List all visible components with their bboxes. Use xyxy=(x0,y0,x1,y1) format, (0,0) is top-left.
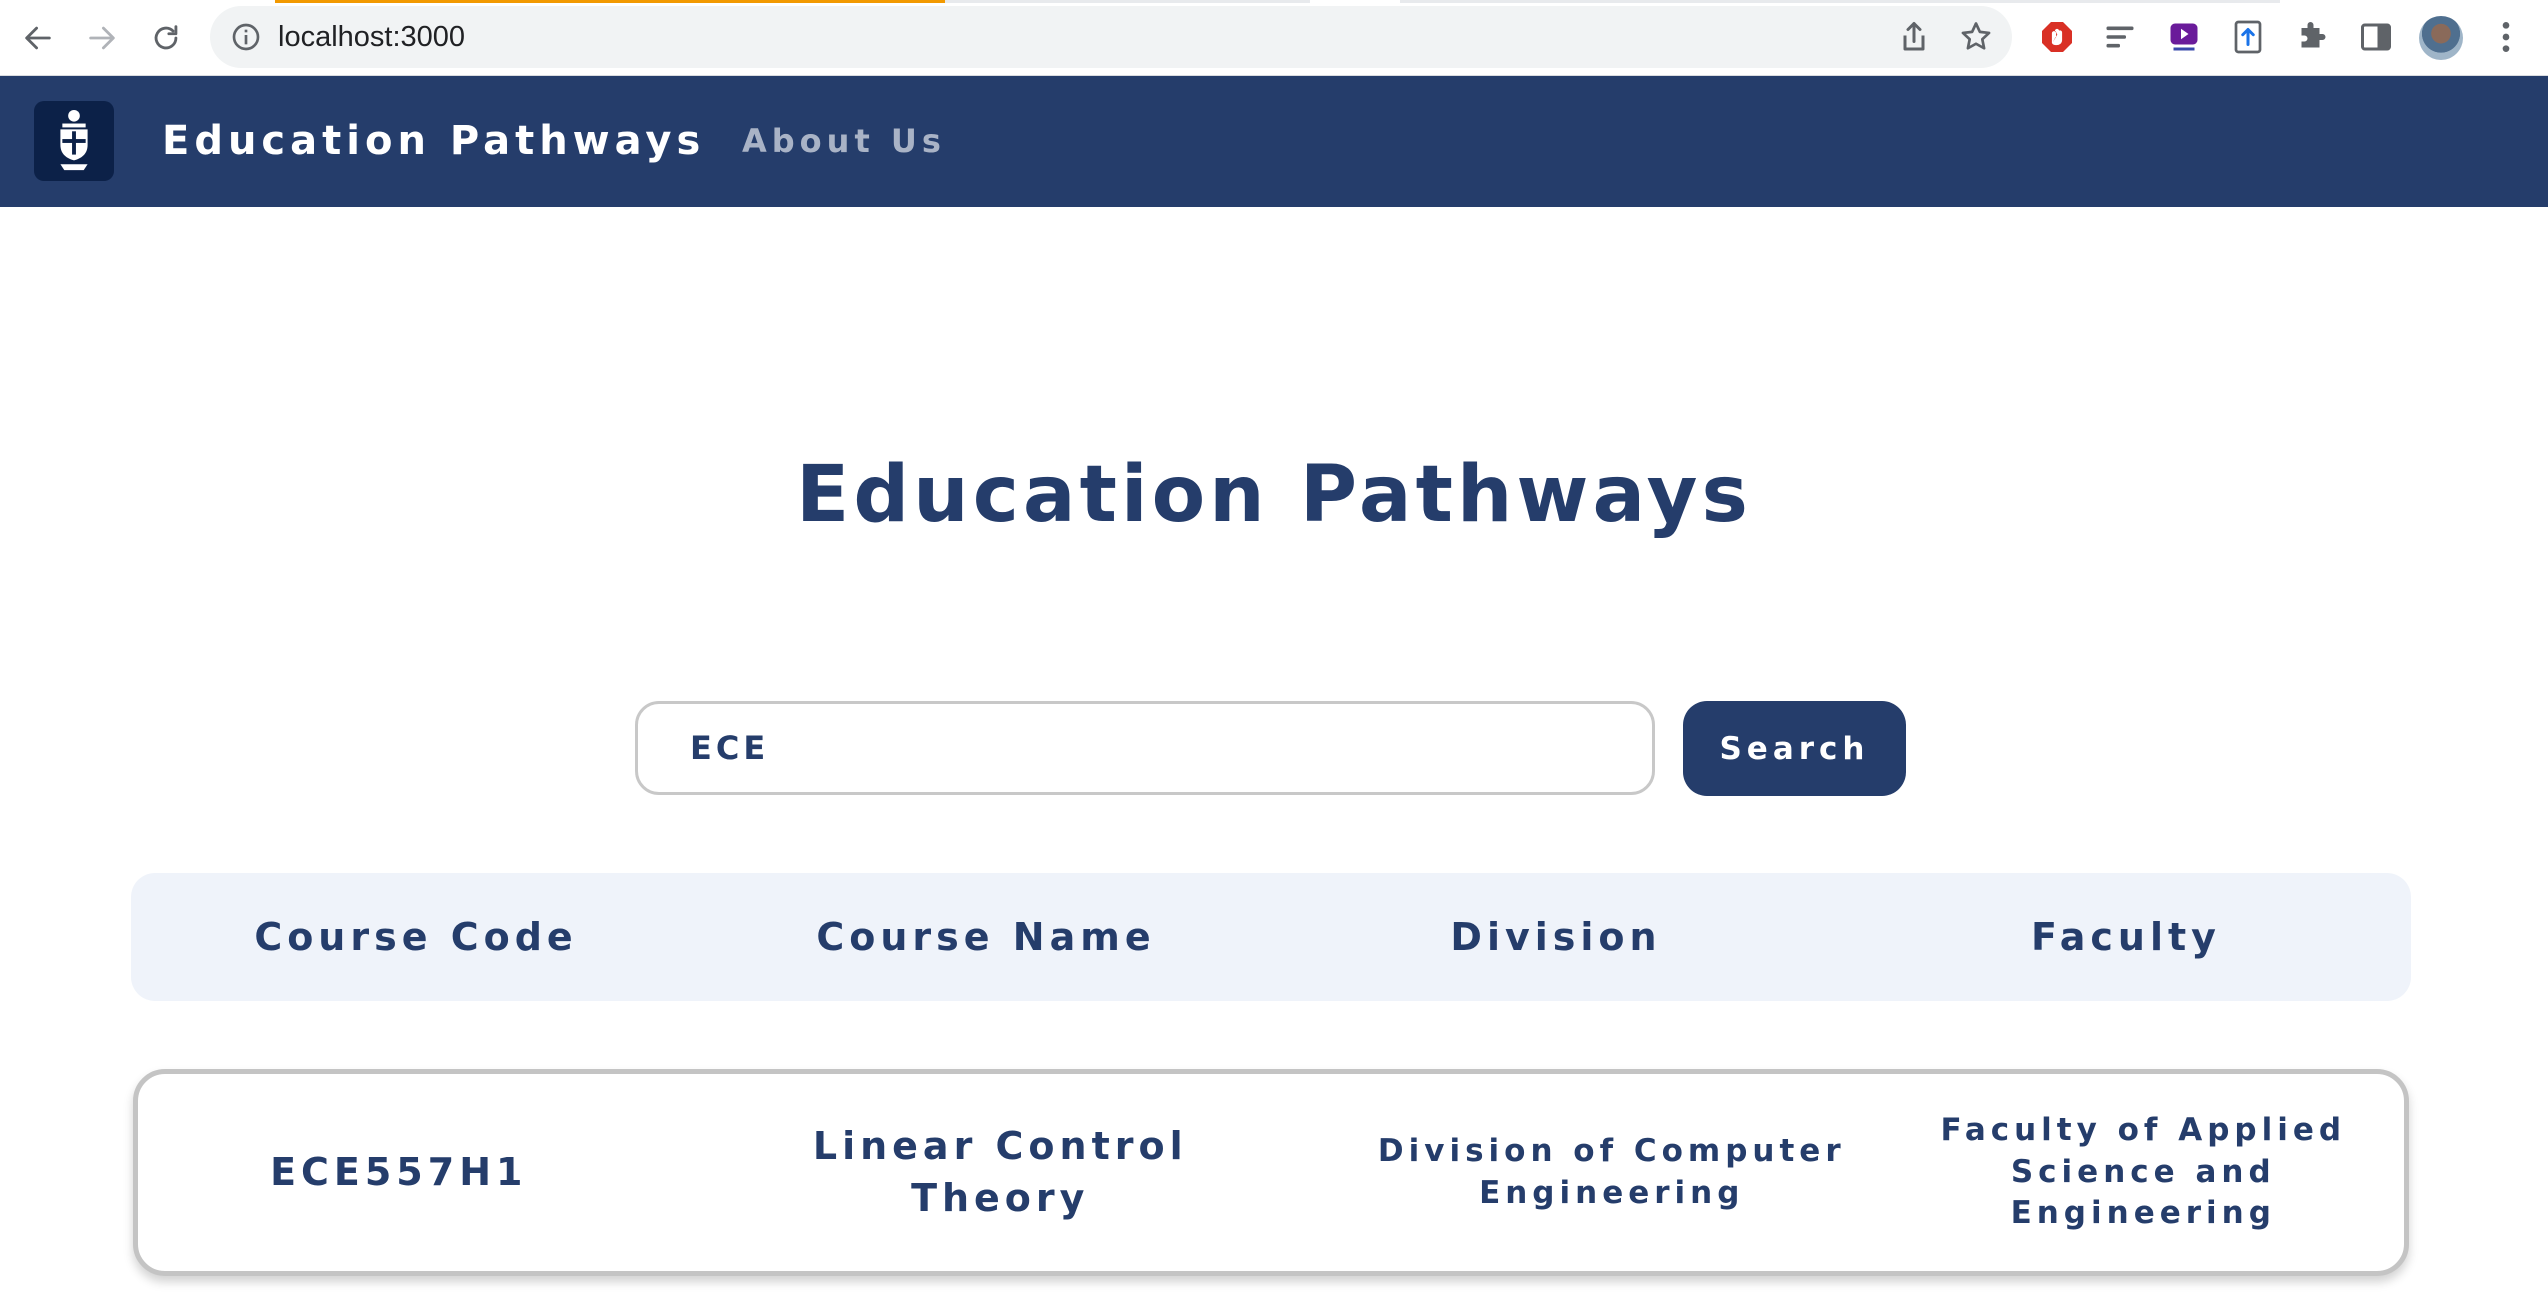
upload-extension[interactable] xyxy=(2228,17,2268,57)
reload-icon xyxy=(154,25,178,50)
header-division: Division xyxy=(1450,915,1662,959)
adblock-icon xyxy=(2042,22,2072,52)
division-cell: Division of Computer Engineering xyxy=(1377,1132,1846,1211)
lines-extension[interactable] xyxy=(2100,17,2140,57)
page-title: Education Pathways xyxy=(796,450,1752,540)
results-table-header: Course Code Course Name Division Faculty xyxy=(131,873,2411,1001)
header-faculty: Faculty xyxy=(2031,915,2221,959)
puzzle-icon xyxy=(2301,22,2326,48)
nav-link-about-us[interactable]: About Us xyxy=(742,76,946,207)
search-button[interactable]: Search xyxy=(1683,701,1906,796)
reload-button[interactable] xyxy=(142,14,190,62)
app-navbar: Education Pathways About Us xyxy=(0,76,2548,207)
logo[interactable] xyxy=(34,101,114,181)
back-button[interactable] xyxy=(14,14,62,62)
course-name-cell[interactable]: Linear Control Theory xyxy=(660,1121,1342,1224)
search-input[interactable] xyxy=(635,701,1655,795)
share-icon[interactable] xyxy=(1896,19,1932,55)
kebab-icon[interactable] xyxy=(2486,17,2526,57)
address-bar[interactable]: localhost:3000 xyxy=(210,6,2012,68)
side-panel-button[interactable] xyxy=(2356,17,2396,57)
star-icon[interactable] xyxy=(1958,19,1994,55)
crest-icon xyxy=(60,109,88,171)
course-code-cell[interactable]: ECE557H1 xyxy=(138,1147,660,1198)
forward-button[interactable] xyxy=(78,14,126,62)
header-course-code: Course Code xyxy=(254,915,578,959)
lines-icon xyxy=(2106,26,2134,48)
arrow-right-icon xyxy=(89,26,115,50)
profile-avatar[interactable] xyxy=(2419,16,2463,60)
upload-icon xyxy=(2234,20,2262,54)
speed-extension[interactable] xyxy=(2164,17,2204,57)
faculty-cell: Faculty of Applied Science and Engineeri… xyxy=(1940,1111,2347,1232)
arrow-left-icon xyxy=(25,26,51,50)
adblock-extension[interactable] xyxy=(2037,17,2077,57)
browser-toolbar: localhost:3000 xyxy=(0,0,2548,76)
table-row[interactable]: ECE557H1 Linear Control Theory Division … xyxy=(133,1069,2409,1276)
page-load-progress xyxy=(0,0,2548,3)
url-text[interactable]: localhost:3000 xyxy=(278,6,465,68)
info-icon[interactable] xyxy=(230,21,262,53)
extensions-button[interactable] xyxy=(2292,17,2332,57)
speed-icon xyxy=(2170,23,2198,51)
header-course-name: Course Name xyxy=(816,915,1156,959)
side-panel-icon xyxy=(2361,23,2391,51)
brand-title[interactable]: Education Pathways xyxy=(162,76,705,207)
